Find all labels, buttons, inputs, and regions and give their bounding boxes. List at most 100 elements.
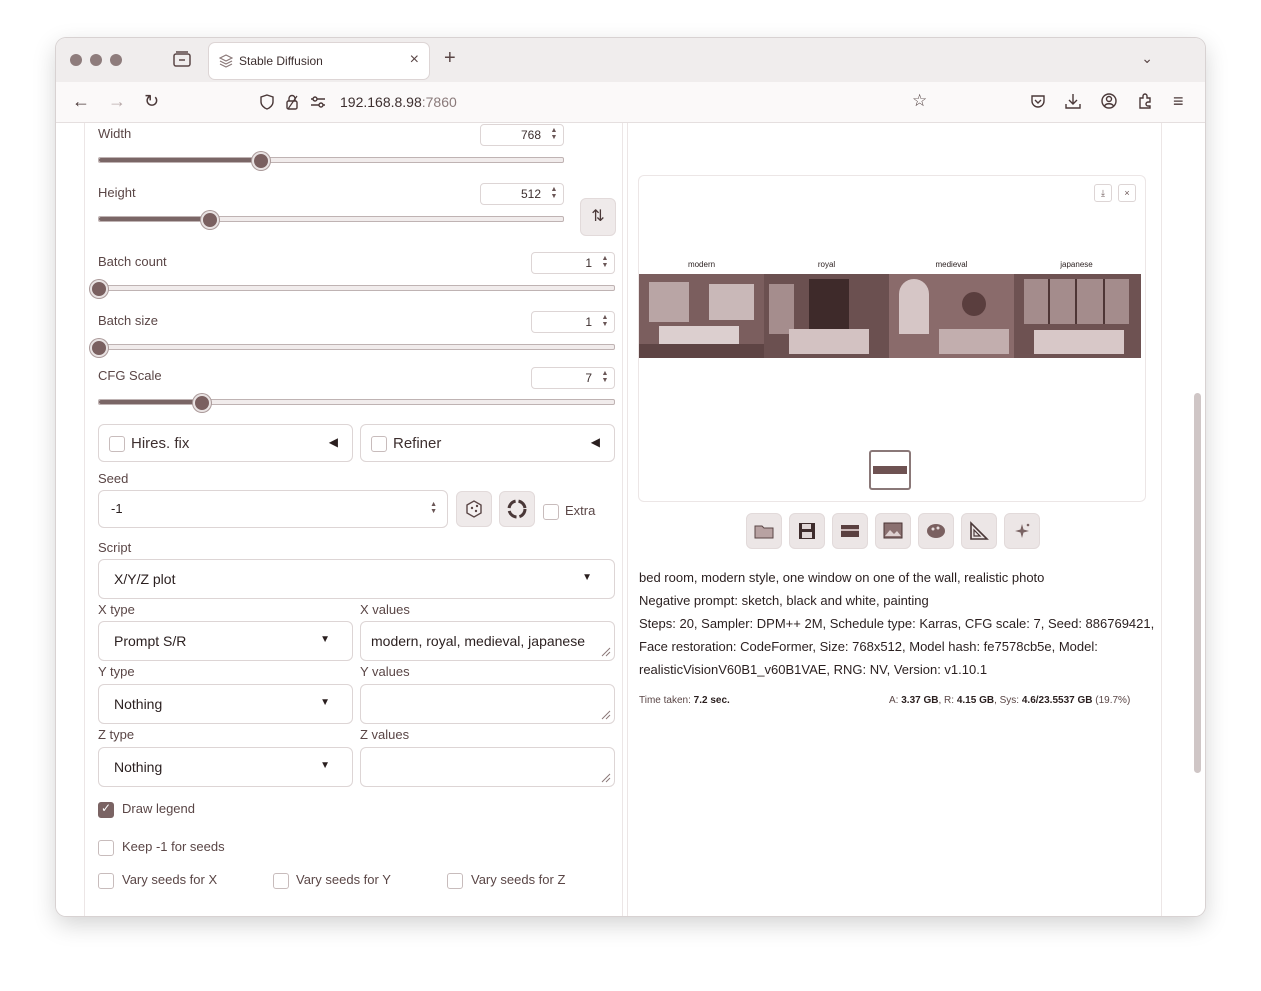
script-dropdown[interactable]: X/Y/Z plot ▼ <box>98 559 615 599</box>
new-tab-icon[interactable]: + <box>444 47 456 70</box>
x-values-label: X values <box>360 602 410 617</box>
menu-icon[interactable]: ≡ <box>1173 92 1184 110</box>
spinner-icon[interactable]: ▲ ▼ <box>549 127 559 142</box>
batch-count-number-input[interactable]: 1 ▲ ▼ <box>531 252 615 274</box>
close-image-icon[interactable]: × <box>1118 184 1136 202</box>
random-seed-button[interactable] <box>456 491 492 527</box>
z-values-textarea[interactable] <box>360 747 615 787</box>
send-to-img2img-button[interactable] <box>875 513 911 549</box>
dice-icon <box>466 500 482 518</box>
slider-thumb[interactable] <box>90 339 108 357</box>
pocket-icon[interactable] <box>1030 94 1046 110</box>
script-label: Script <box>98 540 132 555</box>
batch-count-slider[interactable] <box>90 280 615 298</box>
minimize-window-button[interactable] <box>90 54 102 66</box>
vary-seeds-x-label: Vary seeds for X <box>122 872 218 887</box>
send-to-inpaint-button[interactable] <box>918 513 954 549</box>
xyz-grid-image[interactable] <box>639 274 1141 358</box>
extensions-icon[interactable] <box>1137 93 1153 109</box>
keep-seeds-checkbox[interactable] <box>98 840 114 856</box>
slider-fill <box>99 158 262 162</box>
generation-params-line3: realisticVisionV60B1_v60B1VAE, RNG: NV, … <box>639 662 988 677</box>
picture-icon <box>883 522 903 539</box>
reuse-seed-button[interactable] <box>499 491 535 527</box>
dropdown-caret-icon: ▼ <box>582 572 592 583</box>
vary-seeds-z-checkbox[interactable] <box>447 873 463 889</box>
x-type-dropdown[interactable]: Prompt S/R ▼ <box>98 621 353 661</box>
refiner-checkbox[interactable] <box>371 436 387 452</box>
shield-icon[interactable] <box>260 94 274 110</box>
upscale-button[interactable] <box>1004 513 1040 549</box>
seed-input[interactable]: -1 ▲ ▼ <box>98 490 448 528</box>
height-number-input[interactable]: 512 ▲ ▼ <box>480 183 564 205</box>
width-slider[interactable] <box>98 152 564 170</box>
y-values-label: Y values <box>360 664 410 679</box>
account-icon[interactable] <box>1101 93 1117 109</box>
download-icon[interactable] <box>1065 93 1081 109</box>
resize-grip-icon[interactable] <box>601 710 611 720</box>
url-text[interactable]: 192.168.8.98:7860 <box>340 94 457 110</box>
hires-fix-checkbox[interactable] <box>109 436 125 452</box>
resize-grip-icon[interactable] <box>601 773 611 783</box>
z-type-dropdown[interactable]: Nothing ▼ <box>98 747 353 787</box>
zip-button[interactable] <box>832 513 868 549</box>
slider-thumb[interactable] <box>90 280 108 298</box>
spinner-icon[interactable]: ▲ ▼ <box>549 186 559 201</box>
spinner-icon[interactable]: ▲ ▼ <box>600 314 610 329</box>
spinner-icon[interactable]: ▲ ▼ <box>600 370 610 385</box>
draw-legend-checkbox[interactable] <box>98 801 114 818</box>
collapse-triangle-icon[interactable]: ◀ <box>591 435 600 449</box>
forward-icon[interactable]: → <box>108 92 126 110</box>
swap-dimensions-button[interactable]: ⇅ <box>580 198 616 236</box>
vary-seeds-y-checkbox[interactable] <box>273 873 289 889</box>
hires-fix-accordion[interactable]: Hires. fix ◀ <box>98 424 353 462</box>
negative-prompt: Negative prompt: sketch, black and white… <box>639 593 929 608</box>
generation-params-line1: Steps: 20, Sampler: DPM++ 2M, Schedule t… <box>639 616 1155 631</box>
y-type-dropdown[interactable]: Nothing ▼ <box>98 684 353 724</box>
refiner-accordion[interactable]: Refiner ◀ <box>360 424 615 462</box>
extra-seed-checkbox[interactable] <box>543 504 559 520</box>
tab-stable-diffusion[interactable]: Stable Diffusion × <box>209 43 429 79</box>
tab-overview-icon[interactable] <box>173 51 191 67</box>
slider-thumb[interactable] <box>193 394 211 412</box>
refiner-label: Refiner <box>393 435 442 452</box>
save-button[interactable] <box>789 513 825 549</box>
close-window-button[interactable] <box>70 54 82 66</box>
gallery-thumbnail[interactable] <box>869 450 911 490</box>
zoom-window-button[interactable] <box>110 54 122 66</box>
spinner-icon[interactable]: ▲ ▼ <box>600 255 610 270</box>
x-values-textarea[interactable]: modern, royal, medieval, japanese <box>360 621 615 661</box>
width-number-input[interactable]: 768 ▲ ▼ <box>480 124 564 146</box>
permissions-icon[interactable] <box>310 96 326 108</box>
chevron-down-icon[interactable]: ⌄ <box>1141 50 1153 67</box>
page-scrollbar[interactable] <box>1194 393 1201 773</box>
batch-size-slider[interactable] <box>90 339 615 357</box>
z-values-label: Z values <box>360 727 410 742</box>
resize-grip-icon[interactable] <box>601 647 611 657</box>
height-slider[interactable] <box>98 211 564 229</box>
tab-close-icon[interactable]: × <box>410 51 419 69</box>
y-type-label: Y type <box>98 664 135 679</box>
spinner-icon[interactable]: ▲ ▼ <box>430 501 437 515</box>
memory-stats: A: 3.37 GB, R: 4.15 GB, Sys: 4.6/23.5537… <box>889 695 1131 706</box>
vary-seeds-x-checkbox[interactable] <box>98 873 114 889</box>
url-bar[interactable]: 192.168.8.98:7860 ☆ <box>252 86 944 118</box>
open-folder-button[interactable] <box>746 513 782 549</box>
download-image-icon[interactable]: ⤓ <box>1094 184 1112 202</box>
reload-icon[interactable]: ↻ <box>144 92 159 110</box>
bookmark-star-icon[interactable]: ☆ <box>912 92 927 110</box>
cfg-scale-slider[interactable] <box>98 394 615 412</box>
collapse-triangle-icon[interactable]: ◀ <box>329 435 338 449</box>
sparkles-icon <box>1015 523 1030 538</box>
title-bar: Stable Diffusion × + ⌄ <box>56 38 1205 82</box>
slider-fill <box>99 217 211 221</box>
send-to-extras-button[interactable] <box>961 513 997 549</box>
batch-size-number-input[interactable]: 1 ▲ ▼ <box>531 311 615 333</box>
back-icon[interactable]: ← <box>72 92 90 110</box>
cfg-scale-number-input[interactable]: 7 ▲ ▼ <box>531 367 615 389</box>
y-values-textarea[interactable] <box>360 684 615 724</box>
lock-icon[interactable] <box>286 94 298 110</box>
floppy-disk-icon <box>799 523 815 539</box>
x-type-label: X type <box>98 602 135 617</box>
width-label: Width <box>98 126 132 141</box>
